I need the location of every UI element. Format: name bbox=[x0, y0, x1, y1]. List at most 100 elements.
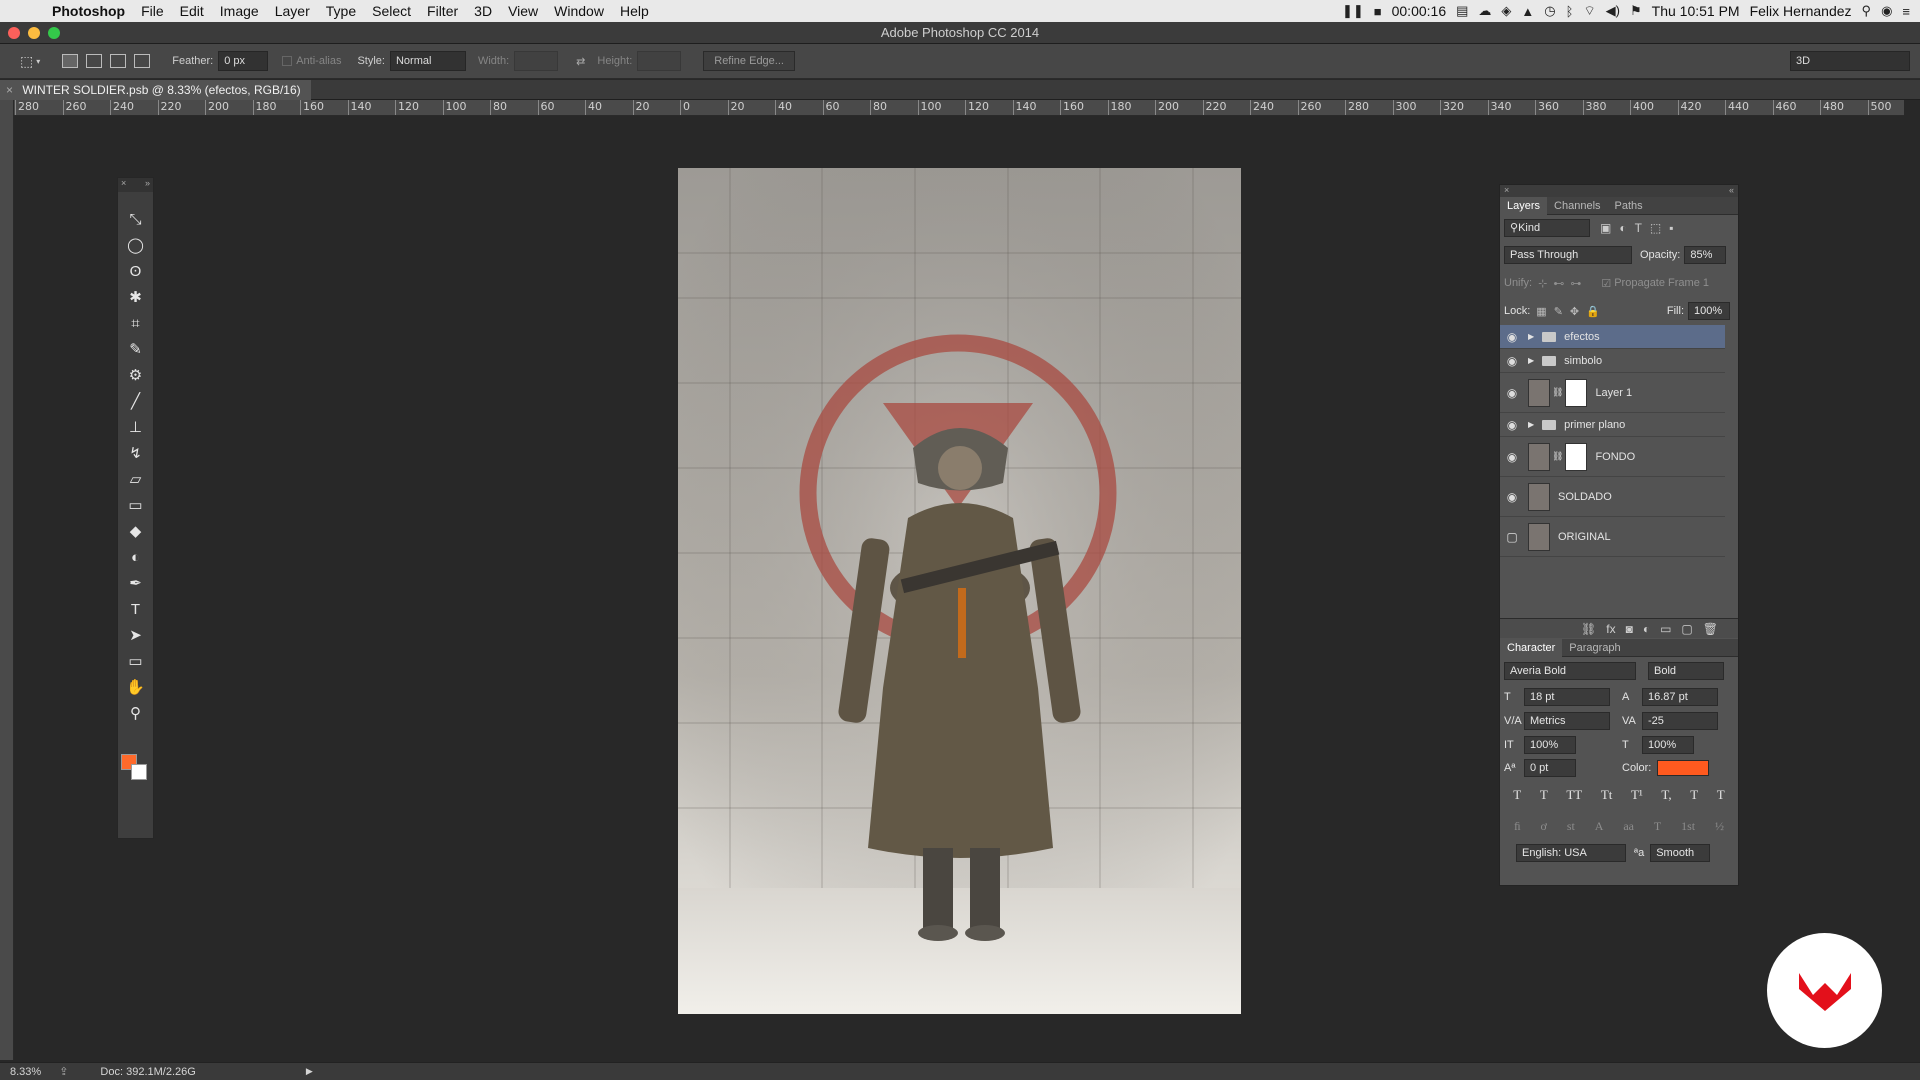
dropbox-icon[interactable]: ◈ bbox=[1501, 3, 1511, 19]
close-window-button[interactable] bbox=[8, 27, 20, 39]
canvas-image[interactable] bbox=[678, 168, 1241, 1014]
tab-character[interactable]: Character bbox=[1500, 638, 1563, 657]
close-icon[interactable]: × bbox=[1504, 185, 1509, 197]
style-select[interactable]: Normal bbox=[389, 51, 466, 71]
chain-link-icon[interactable]: ⛓ bbox=[1552, 387, 1563, 398]
drive-icon[interactable]: ▲ bbox=[1521, 4, 1534, 19]
collapse-icon[interactable]: » bbox=[145, 178, 150, 192]
subtract-selection-icon[interactable] bbox=[110, 54, 127, 68]
minimize-window-button[interactable] bbox=[28, 27, 40, 39]
magic-wand-icon[interactable]: ✱ bbox=[118, 284, 153, 310]
expand-arrow-icon[interactable]: ▶ bbox=[1528, 332, 1534, 341]
collapse-icon[interactable]: « bbox=[1729, 185, 1734, 197]
visibility-off-icon[interactable]: ▢ bbox=[1500, 530, 1524, 544]
zoom-level[interactable]: 8.33% bbox=[10, 1066, 41, 1078]
horizontal-ruler[interactable]: 280 260 240 220 200 180 160 140 120 100 80 60 40 20 0 2… bbox=[14, 100, 1904, 116]
pen-icon[interactable]: ✒ bbox=[118, 570, 153, 596]
panel-topbar[interactable]: × « bbox=[1500, 185, 1738, 197]
rectangle-icon[interactable]: ▭ bbox=[118, 648, 153, 674]
lasso-icon[interactable]: ʘ bbox=[118, 258, 153, 284]
chain-link-icon[interactable]: ⛓ bbox=[1552, 451, 1563, 462]
vertical-scale-input[interactable]: 100% bbox=[1524, 736, 1576, 754]
type-style-button[interactable]: T bbox=[1540, 787, 1548, 803]
stop-icon[interactable]: ■ bbox=[1374, 4, 1382, 19]
expand-arrow-icon[interactable]: ▶ bbox=[1528, 356, 1534, 365]
chevron-down-icon[interactable]: ▾ bbox=[36, 57, 40, 66]
stamp-icon[interactable]: ⊥ bbox=[118, 414, 153, 440]
menu-image[interactable]: Image bbox=[212, 3, 267, 19]
layer-row[interactable]: ◉ ⛓ FONDO bbox=[1500, 437, 1725, 477]
tab-layers[interactable]: Layers bbox=[1500, 196, 1548, 215]
brush-icon[interactable]: ╱ bbox=[118, 388, 153, 414]
siri-icon[interactable]: ◉ bbox=[1881, 3, 1892, 19]
path-select-icon[interactable]: ➤ bbox=[118, 622, 153, 648]
type-icon[interactable]: T bbox=[118, 596, 153, 622]
layer-row[interactable]: ◉ ▶ primer plano bbox=[1500, 413, 1725, 437]
unify-icons[interactable]: ⊹⊷⊶ bbox=[1538, 277, 1587, 290]
hand-icon[interactable]: ✋ bbox=[118, 674, 153, 700]
tab-paths[interactable]: Paths bbox=[1608, 200, 1650, 212]
type-style-button[interactable]: Tt bbox=[1601, 787, 1613, 803]
dodge-icon[interactable]: ◐ bbox=[118, 544, 153, 570]
opentype-button[interactable]: ﬁ bbox=[1514, 819, 1521, 834]
pause-icon[interactable]: ❚❚ bbox=[1342, 3, 1364, 19]
height-input[interactable] bbox=[637, 51, 682, 71]
adjustment-icon[interactable]: ◐ bbox=[1643, 622, 1650, 636]
menu-app[interactable]: Photoshop bbox=[40, 3, 133, 19]
layer-row[interactable]: ◉ ▶ simbolo bbox=[1500, 349, 1725, 373]
eraser-icon[interactable]: ▱ bbox=[118, 466, 153, 492]
feather-input[interactable]: 0 px bbox=[218, 51, 269, 71]
filter-type-icons[interactable]: ▣◐T⬚▪ bbox=[1600, 221, 1682, 235]
menu-help[interactable]: Help bbox=[612, 3, 657, 19]
menu-view[interactable]: View bbox=[500, 3, 546, 19]
type-style-button[interactable]: T bbox=[1717, 787, 1725, 803]
layer-row[interactable]: ◉ ▶ efectos bbox=[1500, 325, 1725, 349]
propagate-checkbox[interactable]: ☑ bbox=[1601, 277, 1611, 290]
wifi-icon[interactable]: ⌔ bbox=[1583, 3, 1595, 19]
time-machine-icon[interactable]: ◷ bbox=[1544, 3, 1555, 19]
layer-row[interactable]: ◉ ⛓ Layer 1 bbox=[1500, 373, 1725, 413]
text-color-swatch[interactable] bbox=[1657, 760, 1710, 776]
eye-icon[interactable]: ◉ bbox=[1500, 330, 1524, 344]
menu-select[interactable]: Select bbox=[364, 3, 419, 19]
intersect-selection-icon[interactable] bbox=[134, 54, 151, 68]
fx-icon[interactable]: fx bbox=[1606, 622, 1615, 636]
menu-layer[interactable]: Layer bbox=[267, 3, 318, 19]
move-icon[interactable]: ⤡ bbox=[118, 206, 153, 232]
menu-file[interactable]: File bbox=[133, 3, 172, 19]
new-layer-icon[interactable]: ▢ bbox=[1681, 622, 1692, 636]
tab-channels[interactable]: Channels bbox=[1547, 200, 1607, 212]
layer-mask-thumbnail[interactable] bbox=[1565, 378, 1588, 407]
opacity-input[interactable]: 85% bbox=[1684, 246, 1727, 264]
expand-arrow-icon[interactable]: ▶ bbox=[1528, 420, 1534, 429]
history-brush-icon[interactable]: ↯ bbox=[118, 440, 153, 466]
layer-mask-thumbnail[interactable] bbox=[1565, 442, 1588, 471]
eye-icon[interactable]: ◉ bbox=[1500, 490, 1524, 504]
opentype-button[interactable]: T bbox=[1654, 819, 1661, 834]
user-name[interactable]: Felix Hernandez bbox=[1750, 3, 1852, 19]
bluetooth-icon[interactable]: ᛒ bbox=[1566, 4, 1574, 19]
opentype-button[interactable]: ½ bbox=[1715, 819, 1724, 834]
eye-icon[interactable]: ◉ bbox=[1500, 450, 1524, 464]
menu-type[interactable]: Type bbox=[318, 3, 364, 19]
flag-icon[interactable]: ⚑ bbox=[1630, 3, 1642, 19]
language-select[interactable]: English: USA bbox=[1516, 844, 1626, 862]
status-arrow-icon[interactable]: ▶ bbox=[306, 1066, 313, 1077]
gradient-icon[interactable]: ▭ bbox=[118, 492, 153, 518]
opentype-button[interactable]: st bbox=[1567, 819, 1575, 834]
opentype-button[interactable]: A bbox=[1595, 819, 1604, 834]
ellipse-marquee-icon[interactable]: ◯ bbox=[118, 232, 153, 258]
opentype-button[interactable]: aa bbox=[1623, 819, 1634, 834]
eye-icon[interactable]: ◉ bbox=[1500, 386, 1524, 400]
clock[interactable]: Thu 10:51 PM bbox=[1652, 3, 1740, 19]
crop-icon[interactable]: ⌗ bbox=[118, 310, 153, 336]
width-input[interactable] bbox=[514, 51, 559, 71]
type-style-button[interactable]: T, bbox=[1661, 787, 1671, 803]
zoom-icon[interactable]: ⚲ bbox=[118, 700, 153, 726]
background-color-swatch[interactable] bbox=[131, 764, 147, 780]
fill-input[interactable]: 100% bbox=[1688, 302, 1730, 320]
font-size-input[interactable]: 18 pt bbox=[1524, 688, 1610, 706]
type-style-button[interactable]: T bbox=[1690, 787, 1698, 803]
baseline-shift-input[interactable]: 0 pt bbox=[1524, 759, 1576, 777]
layer-row[interactable]: ◉ SOLDADO bbox=[1500, 477, 1725, 517]
